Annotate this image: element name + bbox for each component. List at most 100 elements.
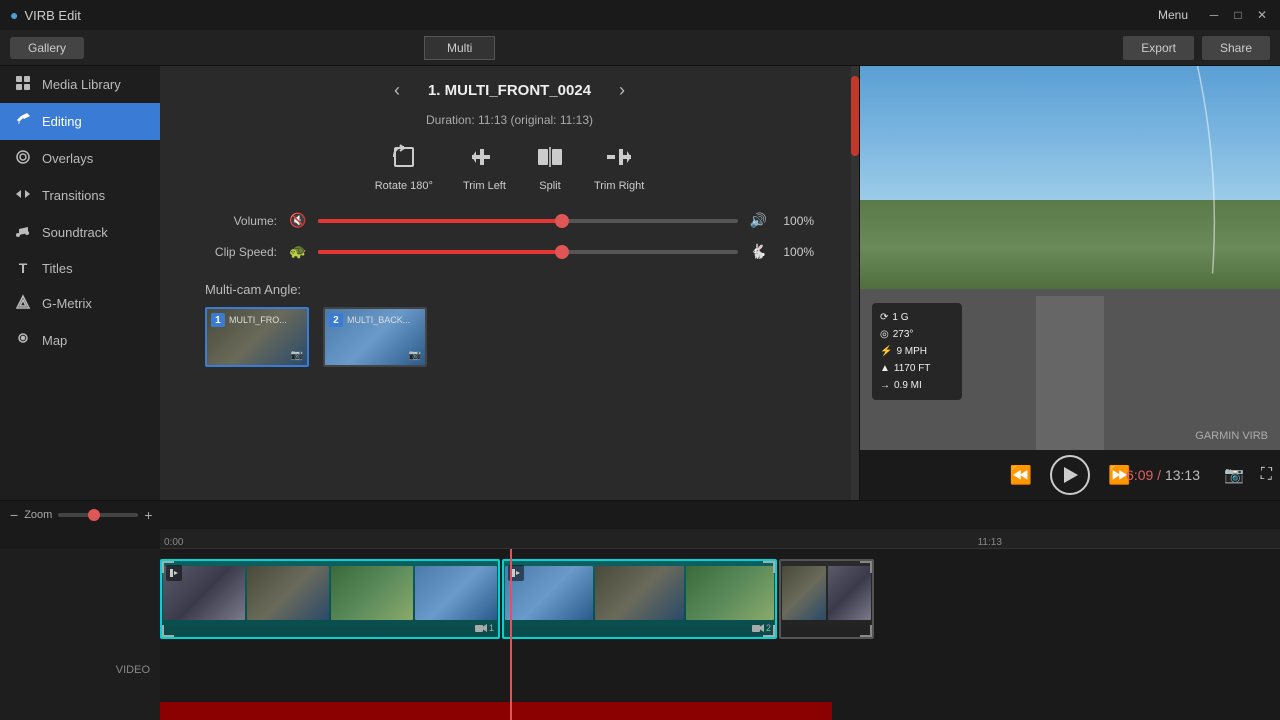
sidebar-label-g-metrix: G-Metrix: [42, 296, 92, 311]
clip-3-thumbnails: [781, 565, 872, 621]
trim-right-label: Trim Right: [594, 180, 644, 192]
video-track-label: VIDEO: [0, 630, 160, 710]
volume-value: 100%: [779, 214, 814, 228]
sidebar-item-transitions[interactable]: Transitions: [0, 177, 160, 214]
trim-left-button[interactable]: Trim Left: [463, 143, 506, 192]
sidebar-label-overlays: Overlays: [42, 151, 93, 166]
volume-slider-track[interactable]: [318, 219, 737, 223]
clip-segment-2[interactable]: 2: [502, 559, 777, 639]
overlays-icon: [14, 149, 32, 168]
camera-2-icon: 📷: [409, 350, 421, 361]
close-button[interactable]: ✕: [1254, 7, 1270, 23]
sidebar-item-editing[interactable]: Editing: [0, 103, 160, 140]
clip-1-thumbnails: [162, 565, 498, 621]
zoom-plus-button[interactable]: +: [144, 507, 152, 523]
hud-overlay: ⟳ 1 G ◎ 273° ⚡ 9 MPH ▲ 1170 FT: [872, 303, 962, 400]
hud-distance-value: 0.9 MI: [894, 377, 922, 394]
play-button[interactable]: [1050, 455, 1090, 495]
sidebar-label-soundtrack: Soundtrack: [42, 225, 108, 240]
menu-button[interactable]: Menu: [1158, 8, 1188, 22]
clip-speed-value: 100%: [779, 245, 814, 259]
timeline: − Zoom + 0:00 11:13 VIDEO: [0, 500, 1280, 720]
garmin-watermark: GARMIN VIRB: [1195, 430, 1268, 442]
sidebar-item-soundtrack[interactable]: Soundtrack: [0, 214, 160, 251]
rotate-button[interactable]: Rotate 180°: [375, 143, 433, 192]
timeline-header: − Zoom +: [0, 501, 1280, 529]
zoom-slider-thumb[interactable]: [88, 509, 100, 521]
center-scrollbar[interactable]: [851, 66, 859, 500]
app-icon: ●: [10, 7, 18, 23]
clip-2-thumb-2: [595, 566, 683, 620]
clip-speed-label: Clip Speed:: [205, 245, 277, 259]
sidebar: Media Library Editing Overlays Transitio…: [0, 66, 160, 500]
clip-speed-row: Clip Speed: 🐢 🐇 100%: [205, 243, 814, 260]
main-layout: Media Library Editing Overlays Transitio…: [0, 66, 1280, 500]
sidebar-label-transitions: Transitions: [42, 188, 105, 203]
playhead[interactable]: [510, 549, 512, 720]
zoom-label: Zoom: [24, 509, 52, 521]
sidebar-label-media-library: Media Library: [42, 77, 121, 92]
hud-elevation-value: 1170 FT: [894, 360, 931, 377]
hud-accel-icon: ⟳: [880, 309, 888, 326]
gallery-button[interactable]: Gallery: [10, 37, 84, 59]
split-label: Split: [539, 180, 560, 192]
video-track: 1: [160, 559, 1280, 639]
clip-2-thumbnails: [504, 565, 775, 621]
trim-right-icon: [605, 143, 633, 174]
clip-1-badge: [166, 565, 182, 581]
hud-accel-value: 1 G: [892, 309, 908, 326]
rotate-icon: [390, 143, 418, 174]
trim-left-icon: [470, 143, 498, 174]
zoom-slider-track[interactable]: [58, 513, 138, 517]
center-scrollbar-thumb[interactable]: [851, 76, 859, 156]
hud-distance-icon: →: [880, 377, 890, 394]
multicam-label: Multi-cam Angle:: [205, 282, 814, 297]
topbar: Gallery Multi Export Share: [0, 30, 1280, 66]
volume-slider-fill: [318, 219, 561, 223]
sidebar-item-g-metrix[interactable]: G-Metrix: [0, 285, 160, 322]
minimize-button[interactable]: ─: [1206, 7, 1222, 23]
prev-clip-button[interactable]: ‹: [386, 76, 408, 105]
sidebar-item-media-library[interactable]: Media Library: [0, 66, 160, 103]
angle-1-thumbnail[interactable]: 1 MULTI_FRO... 📷: [205, 307, 309, 367]
track-area: 1: [160, 549, 1280, 720]
export-button[interactable]: Export: [1123, 36, 1194, 60]
angle-2-number: 2: [329, 313, 343, 327]
clip-1-thumb-2: [247, 566, 329, 620]
share-button[interactable]: Share: [1202, 36, 1270, 60]
sidebar-item-map[interactable]: Map: [0, 322, 160, 359]
maximize-button[interactable]: □: [1230, 7, 1246, 23]
volume-low-icon: 🔇: [289, 212, 306, 229]
volume-slider-thumb[interactable]: [555, 214, 569, 228]
video-preview: ⟳ 1 G ◎ 273° ⚡ 9 MPH ▲ 1170 FT: [860, 66, 1280, 450]
sidebar-item-overlays[interactable]: Overlays: [0, 140, 160, 177]
angle-2-thumbnail[interactable]: 2 MULTI_BACK... 📷: [323, 307, 427, 367]
topbar-left: Gallery Multi: [10, 36, 495, 60]
controls: Volume: 🔇 🔊 100% Clip Speed: 🐢: [195, 212, 824, 274]
angle-1-number: 1: [211, 313, 225, 327]
clip-1-cam-badge: 1: [475, 623, 494, 633]
timeline-ruler: 0:00 11:13: [160, 529, 1280, 549]
app-title: VIRB Edit: [24, 8, 80, 23]
clip-speed-slider-track[interactable]: [318, 250, 737, 254]
next-clip-button[interactable]: ›: [611, 76, 633, 105]
multi-button[interactable]: Multi: [424, 36, 495, 60]
clip-1-corner-bl: [162, 625, 174, 637]
zoom-minus-button[interactable]: −: [10, 507, 18, 523]
rewind-button[interactable]: ⏪: [1006, 461, 1036, 490]
clip-2-corner-tr: [763, 561, 775, 573]
clip-segment-3[interactable]: [779, 559, 874, 639]
split-button[interactable]: Split: [536, 143, 564, 192]
clip-tools: Rotate 180° Trim Left: [375, 143, 645, 192]
zoom-control: − Zoom +: [10, 507, 153, 523]
trim-right-button[interactable]: Trim Right: [594, 143, 644, 192]
right-panel: ⟳ 1 G ◎ 273° ⚡ 9 MPH ▲ 1170 FT: [860, 66, 1280, 500]
clip-speed-slider-container: [318, 250, 737, 254]
fullscreen-button[interactable]: ⛶: [1261, 466, 1272, 484]
sidebar-item-titles[interactable]: T Titles: [0, 251, 160, 285]
clip-segment-1[interactable]: 1: [160, 559, 500, 639]
snapshot-button[interactable]: 📷: [1224, 465, 1244, 485]
timecode: 6:09 / 13:13: [1126, 467, 1200, 483]
hud-elevation-icon: ▲: [880, 360, 890, 377]
clip-speed-slider-thumb[interactable]: [555, 245, 569, 259]
